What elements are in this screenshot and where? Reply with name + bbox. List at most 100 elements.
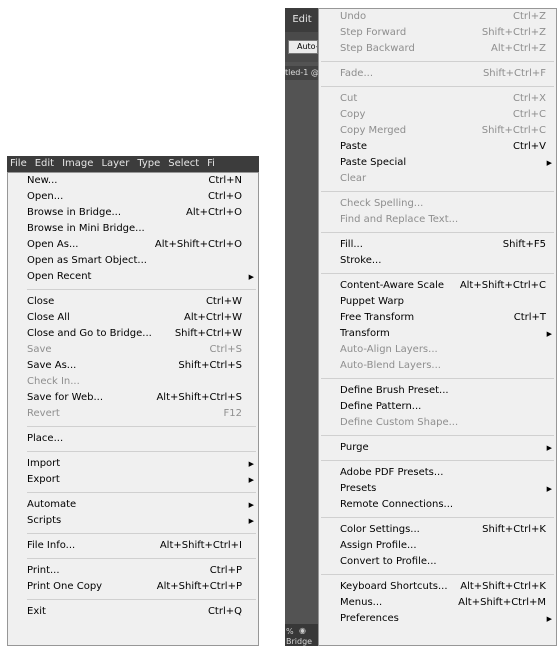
menu-item-new[interactable]: New... Ctrl+N	[8, 173, 258, 189]
zoom-percent: %	[286, 627, 294, 636]
menu-item-print-one-copy[interactable]: Print One Copy Alt+Shift+Ctrl+P	[8, 579, 258, 595]
menu-item-assign-profile[interactable]: Assign Profile...	[319, 538, 556, 554]
menu-item-browse-in-mini-bridge[interactable]: Browse in Mini Bridge...	[8, 221, 258, 237]
menu-item-import[interactable]: Import ▶	[8, 456, 258, 472]
submenu-arrow-icon: ▶	[546, 444, 552, 452]
menu-item-paste[interactable]: Paste Ctrl+V	[319, 139, 556, 155]
menu-item-label: Save for Web...	[27, 392, 103, 403]
menu-item-label: New...	[27, 175, 58, 186]
menu-item-label: Open as Smart Object...	[27, 255, 147, 266]
menu-item-label: Save	[27, 344, 52, 355]
menubar-item-file[interactable]: File	[7, 156, 31, 172]
menu-item-label: Find and Replace Text...	[340, 214, 459, 225]
menu-item-export[interactable]: Export ▶	[8, 472, 258, 488]
menu-item-label: Define Custom Shape...	[340, 417, 459, 428]
menubar-item-fi[interactable]: Fi	[203, 156, 219, 172]
menu-item-preferences[interactable]: Preferences ▶	[319, 611, 556, 627]
bridge-tab[interactable]: Bridge	[286, 637, 312, 646]
menu-item-open-recent[interactable]: Open Recent ▶	[8, 269, 258, 285]
menu-item-adobe-pdf-presets[interactable]: Adobe PDF Presets...	[319, 465, 556, 481]
menu-item-automate[interactable]: Automate ▶	[8, 497, 258, 513]
submenu-arrow-icon: ▶	[248, 273, 254, 281]
menu-item-define-brush-preset[interactable]: Define Brush Preset...	[319, 383, 556, 399]
menu-item-shortcut: Ctrl+C	[512, 109, 546, 120]
menu-item-define-custom-shape: Define Custom Shape...	[319, 415, 556, 431]
menu-item-label: Free Transform	[340, 312, 415, 323]
menu-item-define-pattern[interactable]: Define Pattern...	[319, 399, 556, 415]
menu-item-keyboard-shortcuts[interactable]: Keyboard Shortcuts... Alt+Shift+Ctrl+K	[319, 579, 556, 595]
menu-item-puppet-warp[interactable]: Puppet Warp	[319, 294, 556, 310]
menu-item-file-info[interactable]: File Info... Alt+Shift+Ctrl+I	[8, 538, 258, 554]
menu-bar: File Edit Image Layer Type Select Fi	[7, 156, 259, 172]
menu-item-auto-align-layers: Auto-Align Layers...	[319, 342, 556, 358]
menu-item-shortcut: Alt+Ctrl+Z	[491, 43, 546, 54]
menu-item-open-as[interactable]: Open As... Alt+Shift+Ctrl+O	[8, 237, 258, 253]
menu-item-open[interactable]: Open... Ctrl+O	[8, 189, 258, 205]
menu-item-fill[interactable]: Fill... Shift+F5	[319, 237, 556, 253]
menubar-item-type[interactable]: Type	[133, 156, 164, 172]
menu-item-transform[interactable]: Transform ▶	[319, 326, 556, 342]
menu-item-shortcut: Alt+Shift+Ctrl+P	[156, 581, 242, 592]
menu-item-presets[interactable]: Presets ▶	[319, 481, 556, 497]
menu-item-save-for-web[interactable]: Save for Web... Alt+Shift+Ctrl+S	[8, 390, 258, 406]
menu-item-menus[interactable]: Menus... Alt+Shift+Ctrl+M	[319, 595, 556, 611]
menu-item-print[interactable]: Print... Ctrl+P	[8, 563, 258, 579]
camera-icon[interactable]: ◉	[299, 626, 311, 636]
document-tab[interactable]: tled-1 @	[285, 66, 318, 80]
menu-item-place[interactable]: Place...	[8, 431, 258, 447]
menu-item-shortcut: Ctrl+W	[205, 296, 242, 307]
menu-item-label: Presets	[340, 483, 377, 494]
menu-item-label: Define Pattern...	[340, 401, 422, 412]
menu-item-open-as-smart-object[interactable]: Open as Smart Object...	[8, 253, 258, 269]
menu-item-label: Fade...	[340, 68, 373, 79]
menu-item-close-all[interactable]: Close All Alt+Ctrl+W	[8, 310, 258, 326]
menu-item-close[interactable]: Close Ctrl+W	[8, 294, 258, 310]
menu-item-label: Save As...	[27, 360, 77, 371]
submenu-arrow-icon: ▶	[546, 330, 552, 338]
menu-item-color-settings[interactable]: Color Settings... Shift+Ctrl+K	[319, 522, 556, 538]
menu-item-exit[interactable]: Exit Ctrl+Q	[8, 604, 258, 620]
menu-item-stroke[interactable]: Stroke...	[319, 253, 556, 269]
menu-item-label: Step Backward	[340, 43, 415, 54]
menu-item-shortcut: F12	[223, 408, 242, 419]
auto-select-option[interactable]: Auto-	[288, 40, 318, 54]
menubar-item-image[interactable]: Image	[58, 156, 97, 172]
edit-menu-tab[interactable]: Edit	[286, 10, 318, 30]
menubar-item-select[interactable]: Select	[164, 156, 203, 172]
menu-separator	[321, 574, 554, 575]
menubar-item-edit[interactable]: Edit	[31, 156, 58, 172]
menu-item-label: Assign Profile...	[340, 540, 417, 551]
menu-item-label: Import	[27, 458, 61, 469]
menu-separator	[321, 273, 554, 274]
menu-item-shortcut: Ctrl+V	[512, 141, 546, 152]
menu-item-paste-special[interactable]: Paste Special ▶	[319, 155, 556, 171]
menu-item-free-transform[interactable]: Free Transform Ctrl+T	[319, 310, 556, 326]
menu-item-shortcut: Shift+Ctrl+W	[174, 328, 242, 339]
menu-item-convert-to-profile[interactable]: Convert to Profile...	[319, 554, 556, 570]
menu-item-label: Open As...	[27, 239, 79, 250]
menu-item-check-spelling: Check Spelling...	[319, 196, 556, 212]
menubar-item-layer[interactable]: Layer	[97, 156, 133, 172]
menu-item-label: Automate	[27, 499, 77, 510]
menu-item-shortcut: Ctrl+T	[513, 312, 546, 323]
menu-item-shortcut: Alt+Shift+Ctrl+I	[159, 540, 242, 551]
menu-item-browse-in-bridge[interactable]: Browse in Bridge... Alt+Ctrl+O	[8, 205, 258, 221]
menu-item-shortcut: Alt+Shift+Ctrl+S	[156, 392, 242, 403]
menu-item-purge[interactable]: Purge ▶	[319, 440, 556, 456]
menu-item-close-and-go-to-bridge[interactable]: Close and Go to Bridge... Shift+Ctrl+W	[8, 326, 258, 342]
menu-item-label: Define Brush Preset...	[340, 385, 449, 396]
menu-item-shortcut: Shift+Ctrl+Z	[481, 27, 546, 38]
menu-item-save-as[interactable]: Save As... Shift+Ctrl+S	[8, 358, 258, 374]
menu-item-remote-connections[interactable]: Remote Connections...	[319, 497, 556, 513]
menu-item-label: Check In...	[27, 376, 80, 387]
menu-separator	[27, 426, 256, 427]
menu-item-label: Exit	[27, 606, 46, 617]
menu-item-label: Keyboard Shortcuts...	[340, 581, 448, 592]
menu-item-fade: Fade... Shift+Ctrl+F	[319, 66, 556, 82]
menu-item-save: Save Ctrl+S	[8, 342, 258, 358]
menu-separator	[321, 435, 554, 436]
menu-separator	[321, 61, 554, 62]
menu-item-scripts[interactable]: Scripts ▶	[8, 513, 258, 529]
menu-item-label: Menus...	[340, 597, 383, 608]
menu-item-content-aware-scale[interactable]: Content-Aware Scale Alt+Shift+Ctrl+C	[319, 278, 556, 294]
